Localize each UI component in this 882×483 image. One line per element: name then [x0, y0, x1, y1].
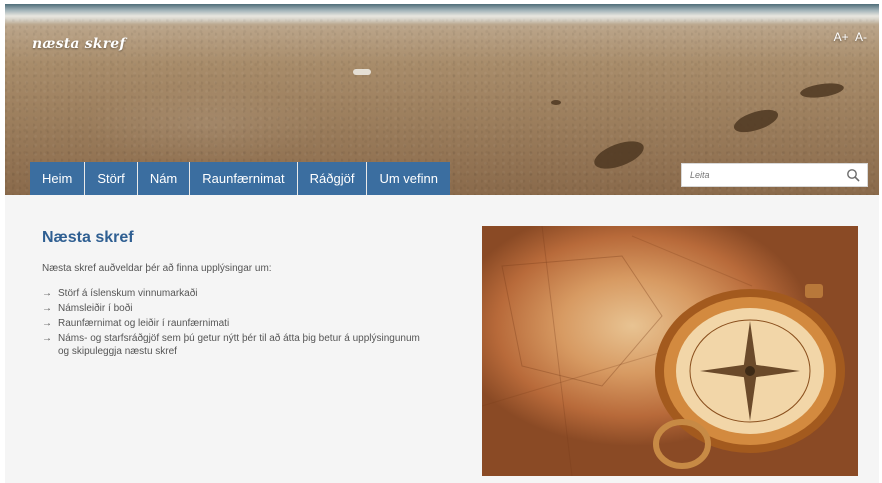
ocean-wave	[5, 4, 879, 24]
search-box	[681, 163, 868, 187]
search-input[interactable]	[682, 164, 848, 186]
compass-image	[482, 226, 858, 476]
list-item-text: Náms- og starfsráðgjöf sem þú getur nýtt…	[58, 333, 420, 357]
footprint	[551, 100, 561, 105]
font-decrease-button[interactable]: A-	[855, 30, 867, 44]
arrow-icon: →	[42, 318, 52, 329]
list-item-text: Raunfærnimat og leiðir í raunfærnimati	[58, 318, 230, 329]
main-navigation: Heim Störf Nám Raunfærnimat Ráðgjöf Um v…	[30, 162, 450, 195]
search-icon[interactable]	[846, 168, 860, 182]
nav-item-radgjof[interactable]: Ráðgjöf	[297, 162, 368, 195]
arrow-icon: →	[42, 303, 52, 314]
main-content: Næsta skref Næsta skref auðveldar þér að…	[5, 195, 879, 483]
list-item: → Störf á íslenskum vinnumarkaði	[42, 287, 422, 300]
intro-text: Næsta skref auðveldar þér að finna upplý…	[42, 263, 272, 274]
map-illustration	[482, 226, 845, 476]
arrow-icon: →	[42, 333, 52, 344]
nav-item-storf[interactable]: Störf	[85, 162, 138, 195]
compass-body	[653, 284, 845, 469]
list-item: → Raunfærnimat og leiðir í raunfærnimati	[42, 317, 422, 330]
page: næsta skref A+ A- Heim Störf Nám Raunfær…	[0, 0, 882, 483]
nav-item-nam[interactable]: Nám	[137, 162, 191, 195]
nav-item-um-vefinn[interactable]: Um vefinn	[367, 162, 450, 195]
arrow-icon: →	[42, 288, 52, 299]
list-item: → Námsleiðir í boði	[42, 302, 422, 315]
font-size-controls: A+ A-	[831, 30, 867, 44]
topic-list: → Störf á íslenskum vinnumarkaði → Námsl…	[42, 287, 422, 360]
page-title: Næsta skref	[42, 229, 134, 246]
shell-image	[353, 69, 371, 75]
font-increase-button[interactable]: A+	[834, 30, 849, 44]
nav-item-raunfaernimat[interactable]: Raunfærnimat	[190, 162, 298, 195]
site-logo[interactable]: næsta skref	[32, 36, 126, 52]
list-item-text: Námsleiðir í boði	[58, 303, 133, 314]
list-item: → Náms- og starfsráðgjöf sem þú getur ný…	[42, 332, 422, 358]
nav-item-heim[interactable]: Heim	[30, 162, 86, 195]
list-item-text: Störf á íslenskum vinnumarkaði	[58, 288, 198, 299]
